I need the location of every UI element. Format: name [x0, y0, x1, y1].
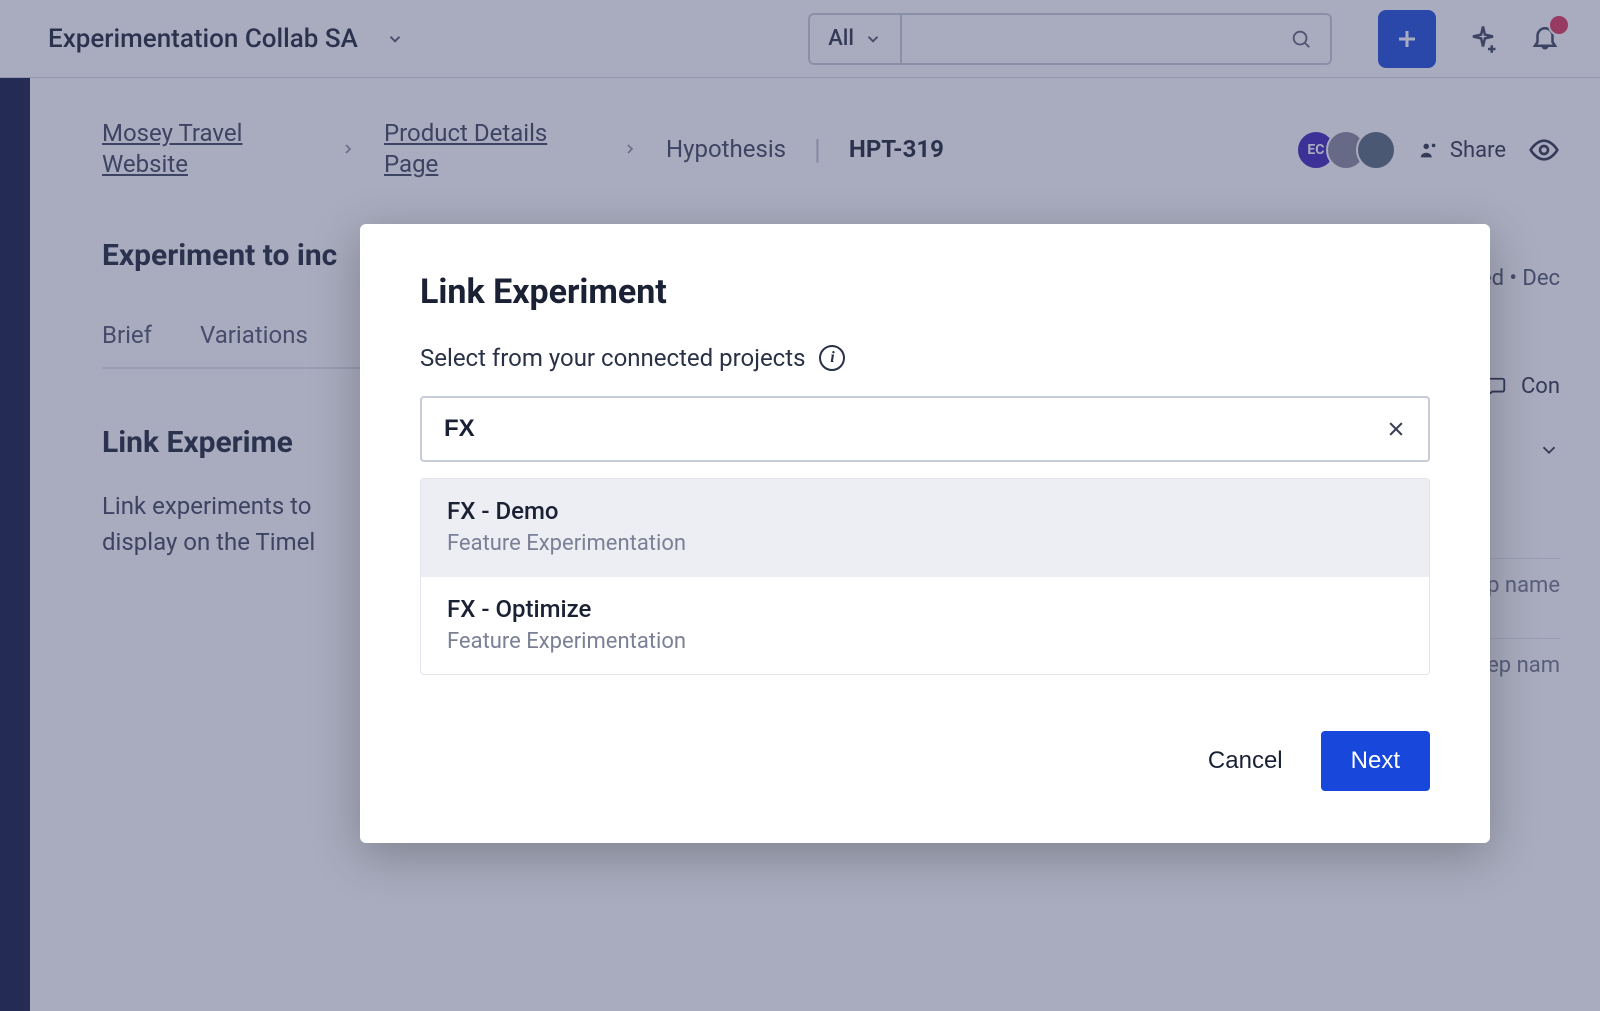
- modal-actions: Cancel Next: [420, 731, 1430, 791]
- result-item[interactable]: FX - Demo Feature Experimentation: [421, 479, 1429, 576]
- next-button[interactable]: Next: [1321, 731, 1430, 791]
- link-experiment-modal: Link Experiment Select from your connect…: [360, 224, 1490, 843]
- result-type: Feature Experimentation: [447, 531, 1403, 556]
- result-name: FX - Optimize: [447, 595, 1403, 623]
- cancel-button[interactable]: Cancel: [1200, 735, 1291, 787]
- result-item[interactable]: FX - Optimize Feature Experimentation: [421, 576, 1429, 674]
- result-name: FX - Demo: [447, 497, 1403, 525]
- result-type: Feature Experimentation: [447, 629, 1403, 654]
- results-list: FX - Demo Feature Experimentation FX - O…: [420, 478, 1430, 675]
- project-search-input[interactable]: [444, 415, 1386, 443]
- info-icon[interactable]: i: [819, 345, 845, 371]
- modal-title: Link Experiment: [420, 272, 1430, 312]
- clear-icon[interactable]: [1386, 419, 1406, 439]
- modal-subtitle: Select from your connected projects i: [420, 344, 1430, 372]
- project-search-field[interactable]: [420, 396, 1430, 462]
